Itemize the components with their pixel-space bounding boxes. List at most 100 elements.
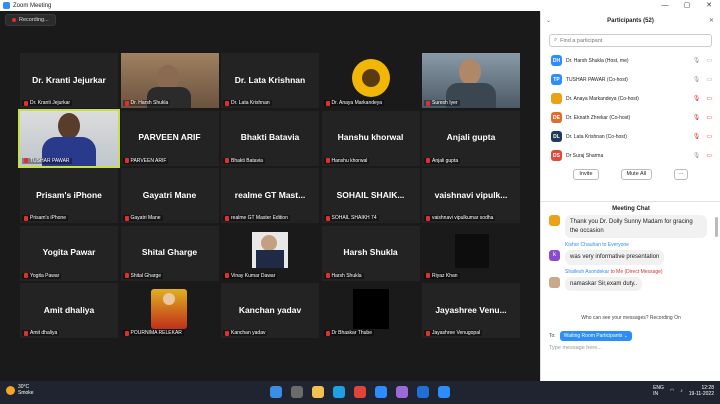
app-icon[interactable]	[396, 386, 408, 398]
tile-label-text: Jayashree Venugopal	[432, 330, 481, 336]
microphone-icon[interactable]: 🎙	[693, 152, 701, 159]
chat-scrollbar[interactable]	[715, 217, 718, 237]
weather-condition: Smoke	[18, 390, 34, 396]
close-button[interactable]: ✕	[698, 0, 720, 11]
camera-icon[interactable]: ▭	[706, 95, 712, 102]
participant-row[interactable]: DH Dr. Harsh Shukla (Host, me) 🎙 ▭	[541, 51, 720, 70]
chat-message: namaskar Sir,exam duty..	[541, 276, 715, 291]
store-icon[interactable]	[375, 386, 387, 398]
chat-input-placeholder: Type message here...	[549, 345, 602, 351]
participant-tile[interactable]: Prisam's iPhone Prisam's iPhone	[20, 168, 118, 223]
tile-label-text: PARVEEN ARIF	[130, 157, 167, 164]
participant-tile[interactable]: Harsh Shukla Harsh Shukla	[321, 225, 420, 281]
recording-label: Recording...	[19, 17, 49, 23]
participant-tile[interactable]: Dr. Harsh Shukla	[120, 53, 219, 108]
maximize-button[interactable]: ▢	[676, 0, 698, 11]
mic-muted-icon	[325, 330, 330, 336]
participant-row[interactable]: Dr. Anaya Markandeya (Co-host) 🎙 ▭	[541, 89, 720, 108]
tile-label-text: SOHAIL SHAIKH 74	[331, 215, 377, 221]
volume-icon[interactable]: ♪	[680, 388, 683, 394]
camera-icon[interactable]: ▭	[706, 76, 712, 83]
participant-tile[interactable]: POURNIMA RELEKAR	[120, 283, 219, 338]
tile-label: Amit dhaliya	[22, 330, 60, 336]
participant-row[interactable]: TP TUSHAR PAWAR (Co-host) 🎙 ▭	[541, 70, 720, 89]
mute-all-button[interactable]: Mute All	[620, 169, 653, 180]
chat-message: Thank you Dr. Dolly Sunny Madam for grac…	[541, 215, 715, 238]
participant-tile[interactable]: vaishnavi vipulk... vaishnavi vipulkumar …	[422, 168, 520, 223]
close-icon[interactable]: ✕	[709, 11, 714, 31]
microphone-icon[interactable]: 🎙	[693, 133, 701, 140]
recording-dot-icon	[12, 18, 16, 22]
tile-label: Hanshu khorwal	[323, 157, 370, 164]
chat-input[interactable]: Type message here...	[549, 345, 602, 351]
participant-tile[interactable]: SOHAIL SHAIK... SOHAIL SHAIKH 74	[321, 168, 420, 223]
participant-tile[interactable]: Bhakti Batavia Bhakti Batavia	[221, 110, 319, 166]
chat-title: Meeting Chat	[612, 206, 650, 212]
participant-tile[interactable]: Kanchan yadav Kanchan yadav	[221, 283, 319, 338]
system-tray: ENG IN ◠ ♪ 12:28 19-11-2022	[653, 385, 714, 397]
file-explorer-icon[interactable]	[312, 386, 324, 398]
language-indicator[interactable]: ENG IN	[653, 385, 664, 397]
participant-tile[interactable]: Yogita Pawar Yogita Pawar	[20, 225, 118, 281]
recipient-value: Waiting Room Participants	[563, 333, 623, 339]
camera-icon[interactable]: ▭	[706, 133, 712, 140]
participants-title: Participants (52)	[607, 18, 654, 24]
chat-notice[interactable]: Who can see your messages? Recording On	[541, 315, 720, 321]
zoom-taskbar-icon[interactable]	[438, 386, 450, 398]
recipient-dropdown[interactable]: Waiting Room Participants ⌄	[559, 331, 632, 341]
weather-widget[interactable]: 30°C Smoke	[6, 384, 34, 396]
mic-muted-icon	[325, 215, 330, 221]
participant-tile[interactable]: PARVEEN ARIF PARVEEN ARIF	[120, 110, 219, 166]
participant-search-input[interactable]: ⌕ Find a participant	[549, 34, 712, 47]
tile-label-text: realme GT Master Edition	[231, 215, 288, 221]
invite-button[interactable]: Invite	[573, 169, 599, 180]
edge-icon[interactable]	[333, 386, 345, 398]
participant-row[interactable]: DL Dr. Lata Krishnan (Co-host) 🎙 ▭	[541, 127, 720, 146]
chat-bubble: Thank you Dr. Dolly Sunny Madam for grac…	[565, 215, 707, 238]
chrome-icon[interactable]	[354, 386, 366, 398]
avatar: DH	[551, 55, 562, 66]
microphone-icon[interactable]: 🎙	[693, 95, 701, 102]
microphone-icon[interactable]: 🎙	[693, 57, 701, 64]
word-icon[interactable]	[417, 386, 429, 398]
participant-tile[interactable]: Anjali gupta Anjali gupta	[422, 110, 520, 166]
tile-label-text: Dr. Anaya Markandeya	[331, 100, 383, 106]
microphone-icon[interactable]: 🎙	[693, 114, 701, 121]
mic-muted-icon	[426, 273, 430, 278]
participant-tile[interactable]: Dr. Anaya Markandeya	[321, 53, 420, 108]
participant-tile[interactable]: Vinay Kumar Dawar	[221, 225, 319, 281]
camera-icon[interactable]: ▭	[706, 57, 712, 64]
tile-label-text: Kanchan yadav	[231, 330, 266, 336]
chevron-down-icon[interactable]: ⌄	[546, 11, 551, 31]
camera-icon[interactable]: ▭	[706, 152, 712, 159]
participant-tile[interactable]: Riyaz Khan	[422, 225, 520, 281]
more-button[interactable]: ···	[674, 169, 688, 180]
tile-label-text: Dr. Harsh Shukla	[130, 100, 169, 106]
participant-tile[interactable]: Hanshu khorwal Hanshu khorwal	[321, 110, 420, 166]
participant-tile[interactable]: Jayashree Venu... Jayashree Venugopal	[422, 283, 520, 338]
wifi-icon[interactable]: ◠	[670, 388, 674, 394]
participant-row[interactable]: DS Dr Suraj Sharma 🎙 ▭	[541, 146, 720, 165]
participant-tile[interactable]: Amit dhaliya Amit dhaliya	[20, 283, 118, 338]
minimize-button[interactable]: —	[654, 0, 676, 11]
participant-tile[interactable]: Suresh Iyer	[422, 53, 520, 108]
start-icon[interactable]	[270, 386, 282, 398]
participant-tile[interactable]: Dr. Kranti Jejurkar Dr. Kranti Jejurkar	[20, 53, 118, 108]
recording-indicator[interactable]: Recording...	[5, 14, 56, 26]
task-view-icon[interactable]	[291, 386, 303, 398]
participant-tile[interactable]: Dr. Lata Krishnan Dr. Lata Krishnan	[221, 53, 319, 108]
participant-tile[interactable]: Shital Gharge Shital Gharge	[120, 225, 219, 281]
participant-tile[interactable]: Gayatri Mane Gayatri Mane	[120, 168, 219, 223]
clock[interactable]: 12:28 19-11-2022	[689, 385, 714, 397]
microphone-icon[interactable]: 🎙	[693, 76, 701, 83]
tile-display-name: Kanchan yadav	[238, 304, 302, 315]
camera-icon[interactable]: ▭	[706, 114, 712, 121]
tile-display-name: Shital Gharge	[141, 247, 198, 257]
participant-tile[interactable]: realme GT Mast... realme GT Master Editio…	[221, 168, 319, 223]
participant-row[interactable]: DE Dr. Eknath Zhrekar (Co-host) 🎙 ▭	[541, 108, 720, 127]
participant-name: Dr. Anaya Markandeya (Co-host)	[566, 95, 639, 102]
participant-tile[interactable]: TUSHAR PAWAR	[18, 108, 120, 168]
participant-tile[interactable]: Dr Bhaskar Thube	[321, 283, 420, 338]
tile-label: PARVEEN ARIF	[122, 157, 169, 164]
mic-muted-icon	[225, 330, 229, 336]
